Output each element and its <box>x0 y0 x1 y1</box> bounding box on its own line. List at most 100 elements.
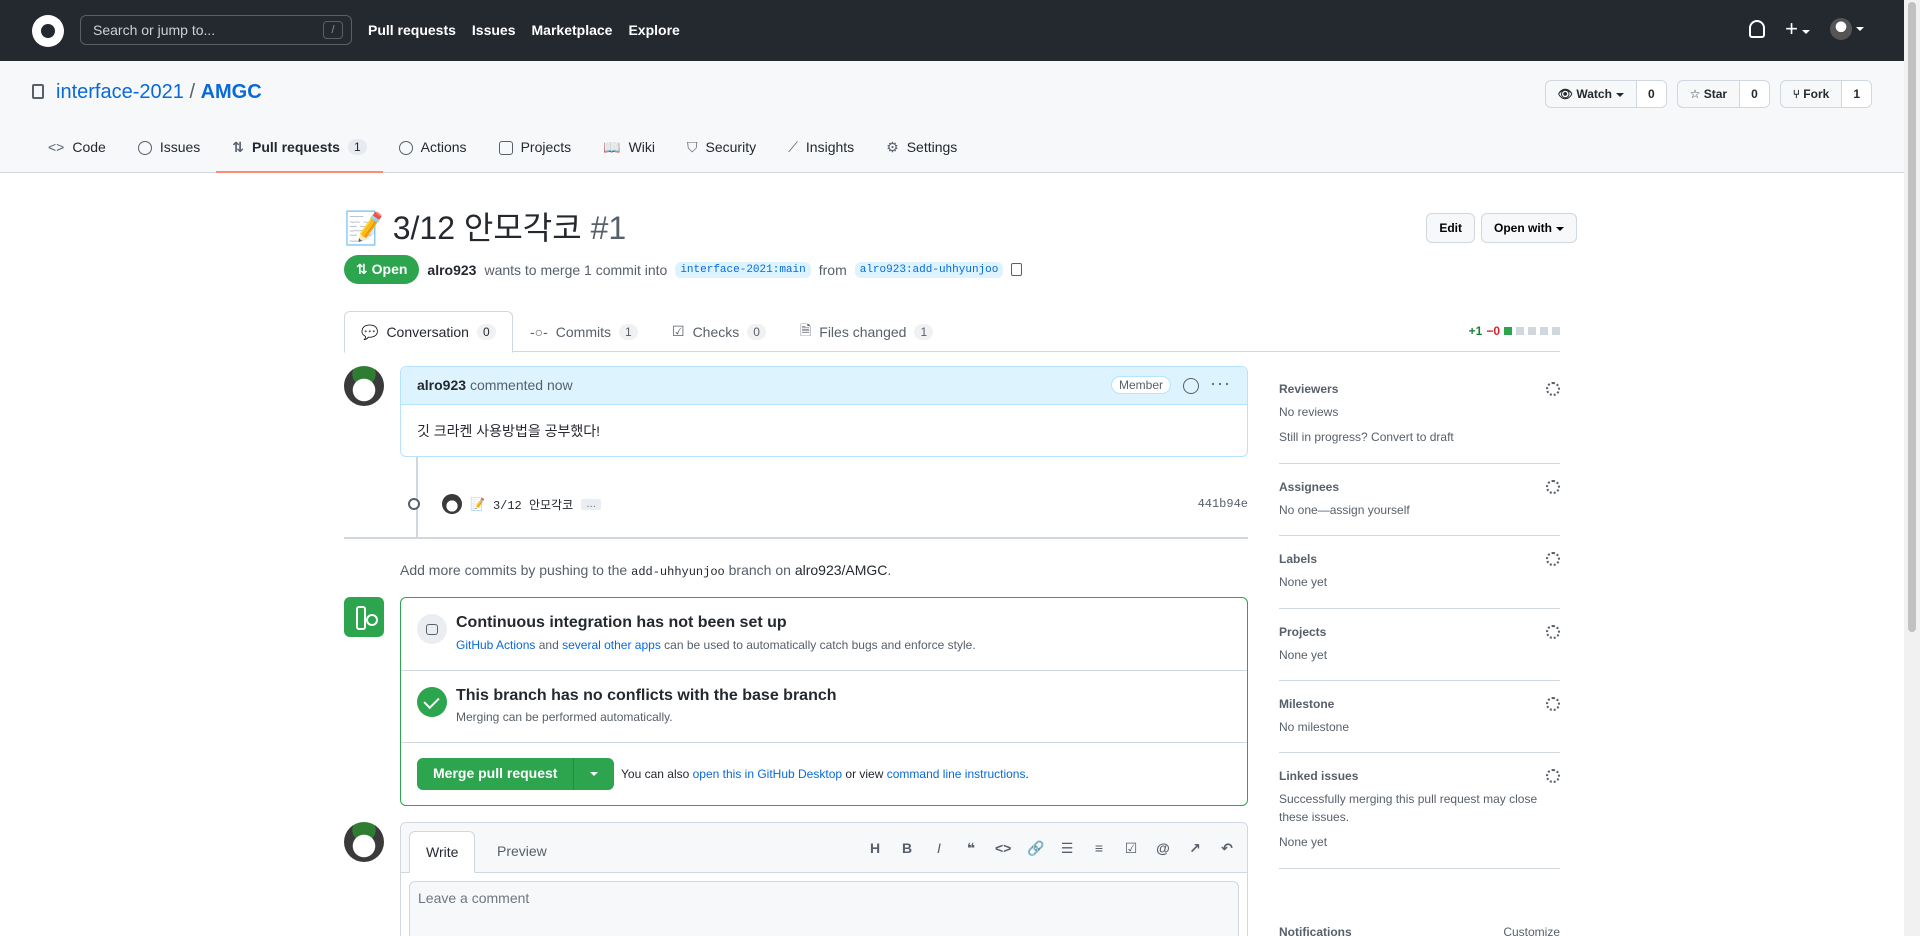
book-icon: 📖 <box>603 139 621 155</box>
tab-wiki[interactable]: 📖 Wiki <box>587 139 671 173</box>
tab-conversation[interactable]: 💬 Conversation 0 <box>344 311 513 353</box>
tab-write[interactable]: Write <box>409 831 476 873</box>
avatar[interactable] <box>442 494 462 514</box>
comment-action[interactable]: commented now <box>470 377 573 393</box>
task-list-icon[interactable]: ☑ <box>1123 840 1139 857</box>
pr-emoji: 📝 <box>344 210 384 246</box>
tab-settings[interactable]: ⚙ Settings <box>870 139 973 173</box>
link-icon[interactable]: 🔗 <box>1027 840 1044 857</box>
repo-name-link[interactable]: AMGC <box>201 81 262 103</box>
cross-reference-icon[interactable]: ↗ <box>1187 840 1203 857</box>
diff-block <box>1552 327 1560 335</box>
italic-icon[interactable]: I <box>931 840 947 857</box>
smiley-icon[interactable] <box>1183 378 1199 394</box>
commit-sha[interactable]: 441b94e <box>1198 497 1248 511</box>
tab-pull-requests[interactable]: ⇅ Pull requests 1 <box>216 139 383 173</box>
tab-security[interactable]: ⛉ Security <box>671 139 772 173</box>
tab-projects[interactable]: Projects <box>483 139 588 173</box>
avatar[interactable] <box>344 366 384 406</box>
commit-message[interactable]: 3/12 안모각코 <box>493 496 573 513</box>
shield-icon: ⛉ <box>687 139 698 155</box>
avatar[interactable] <box>344 822 384 862</box>
conflict-section: This branch has no conflicts with the ba… <box>401 671 1247 743</box>
repo-actions: 👁 Watch 0 ☆ Star 0 ⑂ Fork 1 <box>1544 80 1872 108</box>
sidebar-label: Reviewers <box>1279 382 1339 396</box>
tab-files-changed[interactable]: 🗎 Files changed 1 <box>784 311 949 352</box>
other-apps-link[interactable]: several other apps <box>562 638 661 652</box>
star-button[interactable]: ☆ Star <box>1678 81 1739 107</box>
nav-marketplace[interactable]: Marketplace <box>532 22 613 38</box>
gear-icon[interactable] <box>1546 382 1560 396</box>
tab-checks[interactable]: ☑ Checks 0 <box>656 311 782 352</box>
tab-actions[interactable]: Actions <box>383 139 483 173</box>
ci-text: can be used to automatically catch bugs … <box>664 638 976 652</box>
repo-owner-link[interactable]: interface-2021 <box>56 81 184 103</box>
head-branch[interactable]: alro923:add-uhhyunjoo <box>854 261 1004 278</box>
robot-icon <box>417 614 447 644</box>
author-link[interactable]: alro923 <box>427 262 476 278</box>
github-desktop-link[interactable]: open this in GitHub Desktop <box>693 767 842 781</box>
command-line-link[interactable]: command line instructions <box>887 767 1026 781</box>
comment-textarea[interactable]: Leave a comment <box>409 881 1239 936</box>
bold-icon[interactable]: B <box>899 840 915 857</box>
sidebar-label: Assignees <box>1279 479 1340 494</box>
vertical-scrollbar[interactable] <box>1904 0 1920 936</box>
watch-button[interactable]: 👁 Watch <box>1546 81 1636 107</box>
comment-author[interactable]: alro923 <box>417 377 466 393</box>
fork-count[interactable]: 1 <box>1841 81 1871 107</box>
heading-icon[interactable]: H <box>867 840 883 857</box>
nav-explore[interactable]: Explore <box>628 22 679 38</box>
customize-link[interactable]: Customize <box>1503 925 1560 936</box>
open-with-button[interactable]: Open with <box>1481 213 1577 243</box>
code-icon[interactable]: <> <box>995 840 1011 857</box>
fork-button[interactable]: ⑂ Fork <box>1781 81 1842 107</box>
create-new-button[interactable]: + <box>1785 18 1810 40</box>
convert-to-draft-link[interactable]: Still in progress? Convert to draft <box>1279 429 1560 446</box>
user-menu-button[interactable] <box>1830 18 1864 40</box>
github-logo-icon[interactable] <box>32 15 64 47</box>
edit-button[interactable]: Edit <box>1426 213 1475 243</box>
tab-label: Pull requests <box>252 139 340 155</box>
reply-icon[interactable]: ↶ <box>1219 840 1235 857</box>
github-actions-link[interactable]: GitHub Actions <box>456 638 535 652</box>
sidebar-value: None yet <box>1279 647 1328 662</box>
check-circle-icon <box>417 687 447 717</box>
merge-box: Continuous integration has not been set … <box>400 597 1248 806</box>
file-diff-icon: 🗎 <box>800 321 812 338</box>
tab-counter: 1 <box>347 139 367 155</box>
hint-repo[interactable]: alro923/AMGC <box>795 562 888 578</box>
merge-pull-request-button[interactable]: Merge pull request <box>417 758 575 790</box>
kebab-icon[interactable]: ··· <box>1210 373 1231 394</box>
merge-text: wants to merge 1 commit into <box>484 261 668 278</box>
tab-commits[interactable]: -○- Commits 1 <box>514 311 654 352</box>
tab-label: Wiki <box>628 139 656 155</box>
bell-icon[interactable] <box>1749 20 1766 38</box>
tab-label: Security <box>705 139 757 155</box>
mention-icon[interactable]: @ <box>1155 840 1171 857</box>
merge-options-button[interactable] <box>574 758 614 790</box>
tab-code[interactable]: <> Code <box>32 139 122 173</box>
search-input[interactable]: Search or jump to... / <box>80 15 352 45</box>
nav-issues[interactable]: Issues <box>472 22 516 38</box>
assign-yourself-link[interactable]: No one—assign yourself <box>1279 502 1560 519</box>
bullet-list-icon[interactable]: ☰ <box>1059 840 1075 857</box>
watch-count[interactable]: 0 <box>1635 81 1666 107</box>
gear-icon[interactable] <box>1546 696 1560 711</box>
tab-issues[interactable]: Issues <box>122 139 216 173</box>
nav-pull-requests[interactable]: Pull requests <box>368 22 456 38</box>
scrollbar-thumb[interactable] <box>1908 2 1916 632</box>
gear-icon[interactable] <box>1546 624 1560 639</box>
formatting-toolbar: H B I ❝ <> 🔗 ☰ ≡ ☑ @ ↗ ↶ <box>867 840 1235 857</box>
copy-icon[interactable] <box>1011 263 1023 276</box>
star-count[interactable]: 0 <box>1739 81 1769 107</box>
quote-icon[interactable]: ❝ <box>963 840 979 857</box>
numbered-list-icon[interactable]: ≡ <box>1091 840 1107 857</box>
tab-label: Actions <box>420 139 467 155</box>
tab-insights[interactable]: ⟋ Insights <box>772 139 870 173</box>
expand-button[interactable]: … <box>581 498 602 510</box>
gear-icon[interactable] <box>1546 479 1560 494</box>
base-branch[interactable]: interface-2021:main <box>675 261 811 278</box>
comment-body: 깃 크라켄 사용방법을 공부했다! <box>417 423 600 439</box>
chevron-down-icon <box>1556 226 1564 231</box>
tab-preview[interactable]: Preview <box>481 831 563 873</box>
